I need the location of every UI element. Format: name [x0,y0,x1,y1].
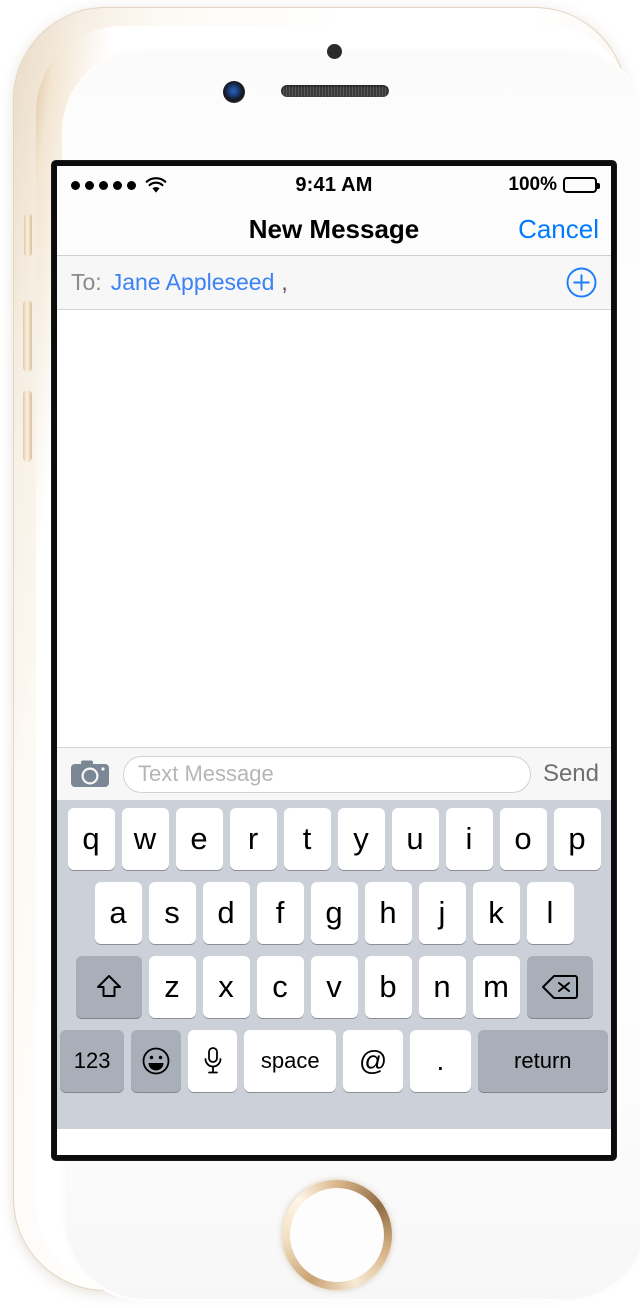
recipient-separator: , [281,269,288,295]
phone-screen: 9:41 AM 100% New Message Cancel To: Jane… [57,166,611,1155]
key-e[interactable]: e [175,808,223,870]
front-camera [223,81,245,103]
volume-down-button[interactable] [23,390,32,462]
emoji-icon[interactable] [131,1030,181,1092]
home-button[interactable] [282,1180,392,1290]
return-key[interactable]: return [477,1030,608,1092]
key-j[interactable]: j [418,882,466,944]
cancel-button[interactable]: Cancel [518,214,599,245]
key-x[interactable]: x [202,956,250,1018]
status-bar: 9:41 AM 100% [57,166,611,204]
navigation-bar: New Message Cancel [57,204,611,256]
key-r[interactable]: r [229,808,277,870]
home-button-inner [290,1188,384,1282]
key-m[interactable]: m [472,956,520,1018]
keyboard-row-2: a s d f g h j k l [60,882,608,944]
key-h[interactable]: h [364,882,412,944]
phone-frame: 9:41 AM 100% New Message Cancel To: Jane… [14,8,640,1302]
key-u[interactable]: u [391,808,439,870]
key-b[interactable]: b [364,956,412,1018]
numbers-key[interactable]: 123 [60,1030,125,1092]
key-y[interactable]: y [337,808,385,870]
microphone-icon[interactable] [187,1030,238,1092]
key-a[interactable]: a [94,882,142,944]
key-o[interactable]: o [499,808,547,870]
space-key[interactable]: space [244,1030,336,1092]
camera-icon[interactable] [69,758,111,790]
key-f[interactable]: f [256,882,304,944]
battery-nub [597,183,600,189]
key-c[interactable]: c [256,956,304,1018]
battery-percent-label: 100% [508,174,557,195]
on-screen-keyboard: q w e r t y u i o p a s d f g h j k l z … [57,800,611,1129]
key-z[interactable]: z [148,956,196,1018]
send-button[interactable]: Send [543,760,599,788]
key-w[interactable]: w [121,808,169,870]
page-title: New Message [248,214,420,244]
key-p[interactable]: p [553,808,601,870]
key-t[interactable]: t [283,808,331,870]
key-l[interactable]: l [526,882,574,944]
keyboard-row-1: q w e r t y u i o p [60,808,608,870]
key-n[interactable]: n [418,956,466,1018]
delete-icon[interactable] [526,956,593,1018]
keyboard-row-3: z x c v b n m [60,956,608,1018]
recipient-field[interactable]: To: Jane Appleseed , [57,256,611,310]
volume-up-button[interactable] [23,300,32,372]
message-input[interactable] [123,755,531,793]
proximity-sensor [327,44,342,59]
status-bar-right: 100% [508,174,600,196]
at-key[interactable]: @ [342,1030,404,1092]
shift-icon[interactable] [75,956,142,1018]
keyboard-row-bottom: 123 space @ . return [60,1030,608,1092]
key-g[interactable]: g [310,882,358,944]
conversation-area [57,310,611,747]
plus-circle-icon[interactable] [566,267,597,298]
key-k[interactable]: k [472,882,520,944]
to-label: To: [71,269,102,295]
recipient-token[interactable]: Jane Appleseed [111,269,275,296]
key-d[interactable]: d [202,882,250,944]
key-i[interactable]: i [445,808,493,870]
key-v[interactable]: v [310,956,358,1018]
period-key[interactable]: . [410,1030,471,1092]
earpiece-speaker [281,85,389,97]
battery-icon [563,177,600,193]
silent-switch[interactable] [24,214,32,256]
key-s[interactable]: s [148,882,196,944]
key-q[interactable]: q [67,808,115,870]
message-input-toolbar: Send [57,747,611,800]
